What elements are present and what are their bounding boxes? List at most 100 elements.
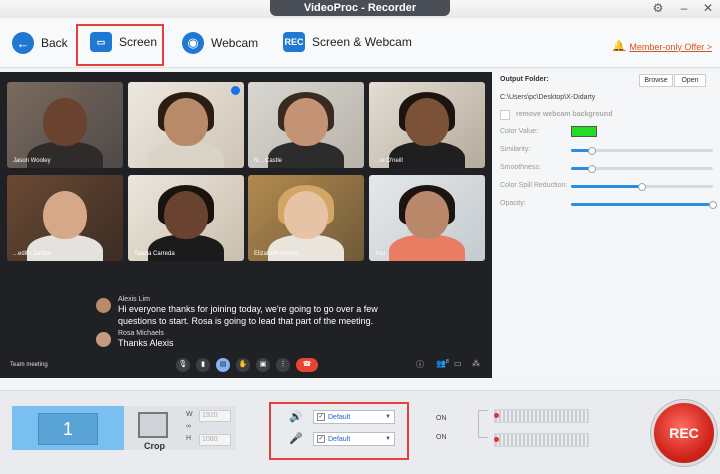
opacity-label: Opacity: bbox=[500, 200, 526, 207]
present-icon[interactable]: ▣ bbox=[256, 358, 270, 372]
participant-tile: Jason Wooley bbox=[7, 82, 123, 168]
rec-badge-icon: REC bbox=[283, 32, 305, 52]
screen-webcam-mode-button[interactable]: REC Screen & Webcam bbox=[283, 32, 412, 52]
participant-name: ...ie O'neill bbox=[375, 158, 403, 164]
participant-tile: ...ie O'neill bbox=[369, 82, 485, 168]
captions-icon[interactable]: ▤ bbox=[216, 358, 230, 372]
end-call-icon[interactable]: ☎ bbox=[296, 358, 318, 372]
screen-preview: Jason Wooley N... Castle ...ie O'neill .… bbox=[0, 72, 492, 378]
speaker-device-select[interactable]: ✓ Default ▼ bbox=[313, 410, 395, 424]
link-icon[interactable]: ∞ bbox=[186, 423, 191, 430]
activities-icon[interactable]: ⁂ bbox=[472, 359, 480, 368]
bell-icon: 🔔 bbox=[612, 41, 626, 52]
participant-name: Taisha Carreda bbox=[134, 251, 175, 257]
avatar bbox=[96, 332, 111, 347]
width-field[interactable]: 1920 bbox=[199, 410, 231, 422]
spill-fill bbox=[571, 185, 642, 188]
browse-button[interactable]: Browse bbox=[639, 74, 673, 87]
audio-device-group: 🔊 ✓ Default ▼ 🎤 ✓ Default ▼ bbox=[269, 402, 409, 460]
spill-knob[interactable] bbox=[638, 182, 646, 191]
chat-icon[interactable]: ▭ bbox=[454, 359, 462, 368]
crop-panel: Crop W ∞ H 1920 1080 bbox=[124, 406, 236, 451]
meeting-label: Team meeting bbox=[10, 362, 48, 368]
member-offer-link[interactable]: 🔔 Member-only Offer > bbox=[613, 41, 712, 52]
webcam-mode-button[interactable]: ◉ Webcam bbox=[182, 32, 258, 54]
screen-webcam-mode-label: Screen & Webcam bbox=[312, 35, 412, 49]
participant-tile: You bbox=[369, 175, 485, 261]
output-path: C:\Users\pc\Desktop\X-Didarty bbox=[500, 94, 596, 101]
mic-device-select[interactable]: ✓ Default ▼ bbox=[313, 432, 395, 446]
smoothness-knob[interactable] bbox=[588, 164, 596, 173]
similarity-label: Similarity: bbox=[500, 146, 531, 153]
level-indicator bbox=[494, 413, 499, 418]
remove-bg-checkbox[interactable] bbox=[500, 110, 510, 120]
opacity-knob[interactable] bbox=[709, 200, 717, 209]
webcam-mode-label: Webcam bbox=[211, 36, 259, 50]
open-button[interactable]: Open bbox=[674, 74, 706, 87]
close-icon[interactable]: ✕ bbox=[700, 1, 716, 15]
similarity-knob[interactable] bbox=[588, 146, 596, 155]
speaker-level-meter bbox=[494, 409, 589, 423]
rec-button[interactable]: REC bbox=[651, 400, 717, 466]
meeting-controls: Team meeting 🎙 ▮ ▤ ✋ ▣ ⋮ ☎ ⓘ 👥8 ▭ ⁂ bbox=[0, 358, 492, 378]
participant-name: Jason Wooley bbox=[13, 158, 51, 164]
title-bar: VideoProc - Recorder ⚙ – ✕ bbox=[0, 0, 720, 18]
window-title: VideoProc - Recorder bbox=[270, 0, 450, 16]
back-button[interactable]: ← Back bbox=[12, 32, 68, 54]
spill-label: Color Spill Reduction: bbox=[500, 182, 568, 189]
chevron-down-icon: ▼ bbox=[385, 436, 391, 442]
mic-icon[interactable]: 🎙 bbox=[176, 358, 190, 372]
participant-tile bbox=[128, 82, 244, 168]
people-count: 8 bbox=[445, 359, 449, 365]
opacity-fill bbox=[571, 203, 713, 206]
webcam-icon: ◉ bbox=[182, 32, 204, 54]
webcam-settings-panel: Output Folder: Browse Open C:\Users\pc\D… bbox=[494, 72, 720, 378]
output-folder-label: Output Folder: bbox=[500, 76, 549, 83]
mic-state: ON bbox=[436, 434, 447, 441]
chat-text: Thanks Alexis bbox=[118, 338, 174, 348]
more-icon[interactable]: ⋮ bbox=[276, 358, 290, 372]
people-icon[interactable]: 👥8 bbox=[436, 359, 449, 368]
chat-message: Alexis Lim Hi everyone thanks for joinin… bbox=[96, 296, 406, 327]
speaker-icon[interactable]: 🔊 bbox=[289, 410, 303, 423]
remove-bg-label: remove webcam background bbox=[516, 111, 613, 118]
member-offer-label: Member-only Offer > bbox=[629, 41, 712, 52]
info-icon[interactable]: ⓘ bbox=[416, 359, 424, 370]
participant-tile: Taisha Carreda bbox=[128, 175, 244, 261]
width-label: W bbox=[186, 411, 193, 418]
recorder-window: VideoProc - Recorder ⚙ – ✕ ← Back ▭ Scre… bbox=[0, 0, 720, 474]
mic-level-meter bbox=[494, 433, 589, 447]
speaker-enable-checkbox[interactable]: ✓ bbox=[317, 413, 325, 421]
raise-hand-icon[interactable]: ✋ bbox=[236, 358, 250, 372]
speaker-device-value: Default bbox=[328, 413, 351, 421]
chat-panel: Alexis Lim Hi everyone thanks for joinin… bbox=[96, 296, 406, 349]
monitor-number: 1 bbox=[38, 413, 98, 445]
chevron-down-icon: ▼ bbox=[385, 414, 391, 420]
screen-mode-highlight bbox=[76, 24, 164, 66]
mic-enable-checkbox[interactable]: ✓ bbox=[317, 435, 325, 443]
smoothness-label: Smoothness: bbox=[500, 164, 541, 171]
speaking-indicator bbox=[231, 86, 240, 95]
participant-name: Elizabeth Adams bbox=[254, 251, 299, 257]
crop-icon[interactable] bbox=[138, 412, 168, 438]
minimize-icon[interactable]: – bbox=[676, 1, 692, 15]
color-value-label: Color Value: bbox=[500, 128, 539, 135]
participant-name: ...edith Jordan bbox=[13, 251, 52, 257]
participant-name: You bbox=[375, 251, 386, 257]
participant-tile: Elizabeth Adams bbox=[248, 175, 364, 261]
monitor-selector[interactable]: 1 bbox=[12, 406, 124, 450]
chat-sender: Alexis Lim bbox=[118, 296, 150, 303]
participant-tile: N... Castle bbox=[248, 82, 364, 168]
speaker-state: ON bbox=[436, 415, 447, 422]
participant-name: N... Castle bbox=[254, 158, 283, 164]
color-value-swatch[interactable] bbox=[571, 126, 597, 137]
participant-tile: ...edith Jordan bbox=[7, 175, 123, 261]
height-field[interactable]: 1080 bbox=[199, 434, 231, 446]
chat-sender: Rosa Michaels bbox=[118, 330, 164, 337]
back-label: Back bbox=[41, 36, 68, 50]
settings-icon[interactable]: ⚙ bbox=[650, 1, 666, 15]
microphone-icon[interactable]: 🎤 bbox=[289, 432, 303, 445]
camera-icon[interactable]: ▮ bbox=[196, 358, 210, 372]
chat-text: Hi everyone thanks for joining today, we… bbox=[118, 304, 378, 326]
chat-message: Rosa Michaels Thanks Alexis bbox=[96, 330, 406, 349]
